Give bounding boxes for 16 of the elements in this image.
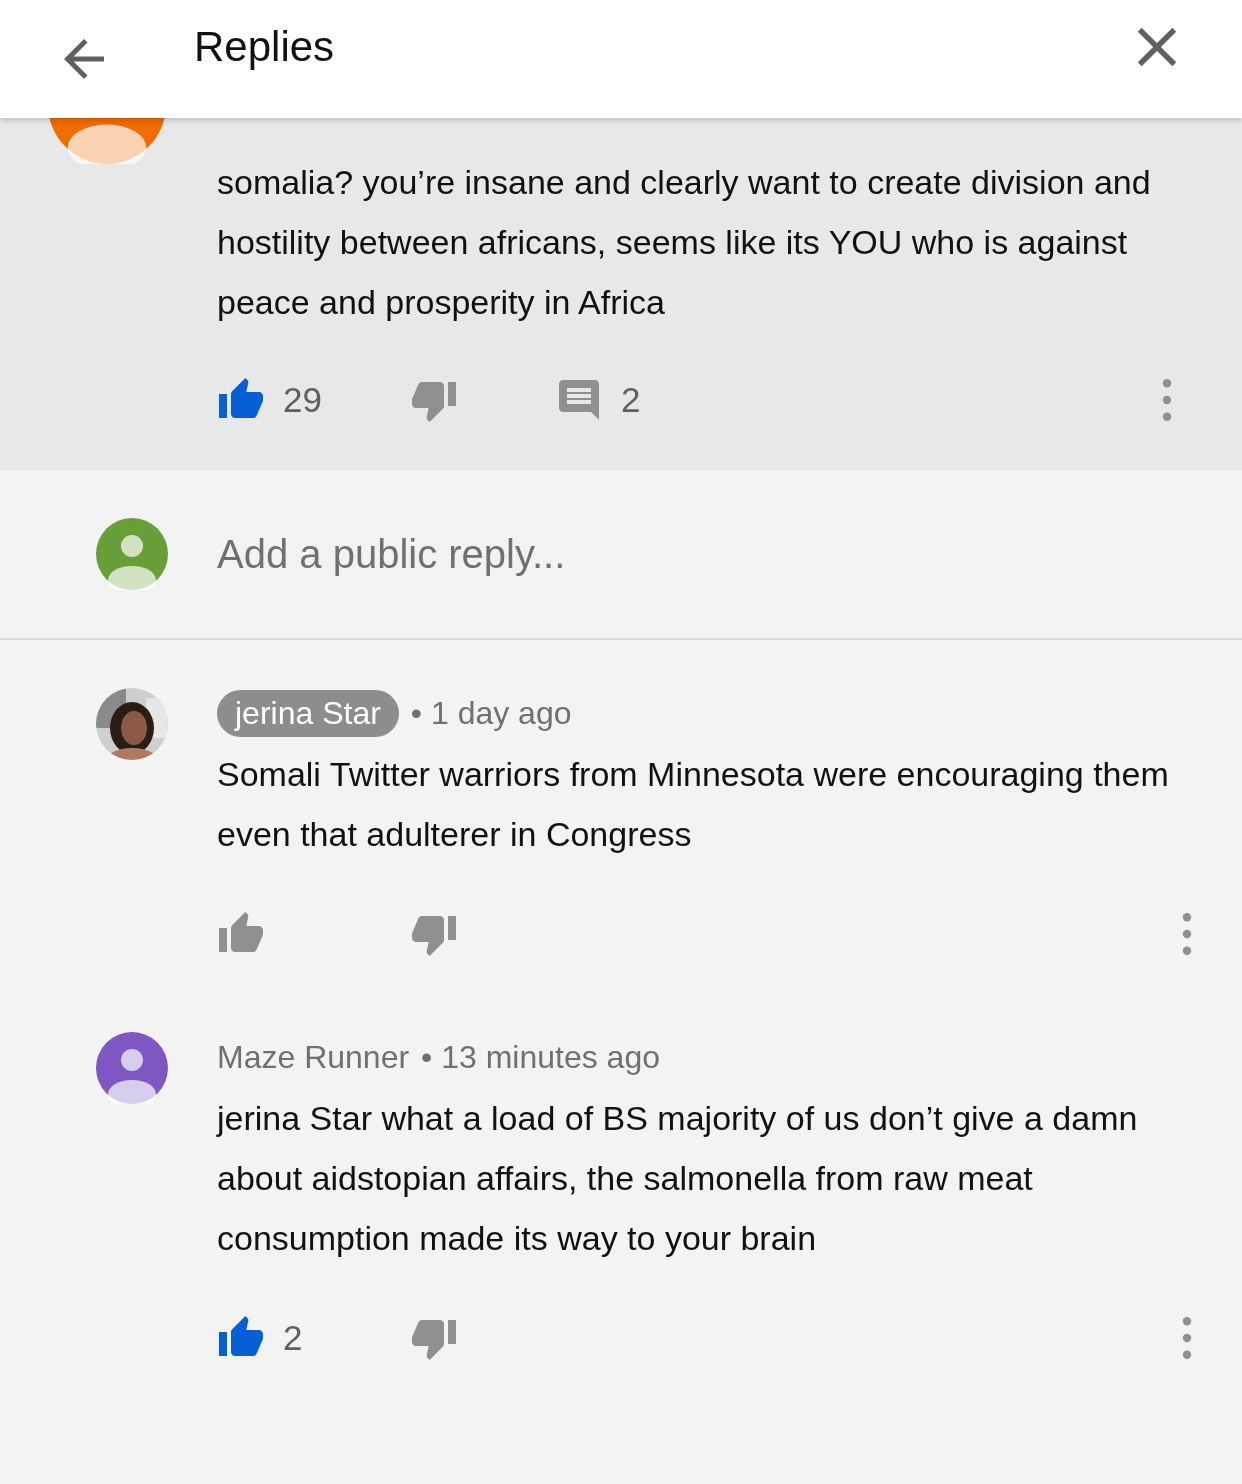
author-name[interactable]: Maze Runner bbox=[217, 1038, 410, 1076]
more-icon[interactable] bbox=[1182, 913, 1192, 955]
timestamp: • 1 day ago bbox=[410, 694, 572, 732]
page-title: Replies bbox=[194, 23, 336, 71]
author-name[interactable]: jerina Star bbox=[217, 689, 399, 737]
more-icon[interactable] bbox=[1162, 379, 1172, 421]
user-avatar-icon bbox=[96, 518, 168, 590]
reply-field[interactable]: Add a public reply... bbox=[217, 531, 1242, 577]
reply-count: 2 bbox=[621, 380, 641, 420]
comment-text: somalia? you’re insane and clearly want to create division and hostility between africans, seems like its YOU who is against peace and prosperity in Africa bbox=[217, 162, 1152, 323]
like-count: 2 bbox=[283, 1318, 303, 1358]
like-count: 29 bbox=[283, 380, 322, 420]
more-icon[interactable] bbox=[1182, 1317, 1192, 1359]
reply-text: jerina Star what a load of BS majority of us don’t give a damn about aidstopian affairs, the salmonella from raw meat consumption made its way to your brain bbox=[217, 1098, 1139, 1259]
reply-text: Somali Twitter warriors from Minnesota were encouraging them even that adulterer in Congress bbox=[217, 754, 1170, 855]
timestamp: • 13 minutes ago bbox=[421, 1038, 660, 1076]
